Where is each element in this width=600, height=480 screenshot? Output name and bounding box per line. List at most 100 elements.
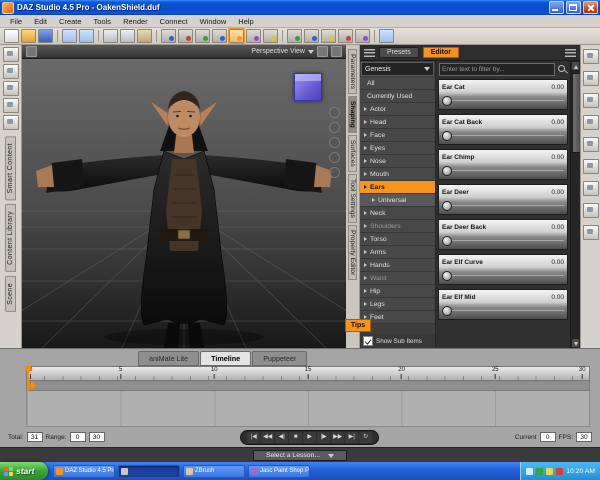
dolly-control-icon[interactable] <box>329 152 340 163</box>
help-icon[interactable] <box>379 29 394 43</box>
task-active-window[interactable] <box>118 464 180 478</box>
translate-tool-icon[interactable] <box>195 29 210 43</box>
cut-icon[interactable] <box>103 29 118 43</box>
tab-content-library[interactable]: Content Library <box>5 204 16 273</box>
right-dock-icon-3[interactable] <box>582 93 599 108</box>
close-button[interactable] <box>583 1 598 14</box>
start-button[interactable]: start <box>0 462 48 480</box>
category-shoulders[interactable]: Shoulders <box>360 220 435 233</box>
tab-animate-lite[interactable]: aniMate Lite <box>138 351 200 366</box>
left-dock-icon-2[interactable] <box>2 64 19 79</box>
tab-parameters[interactable]: Parameters <box>348 49 357 95</box>
slider-value[interactable]: 0.00 <box>551 259 564 266</box>
messenger-icon[interactable] <box>556 467 564 475</box>
orbit-control-icon[interactable] <box>329 107 340 118</box>
task-paint-shop-pro[interactable]: Jasc Paint Shop Pro -... <box>248 464 310 478</box>
slider-track[interactable] <box>439 164 567 177</box>
paste-icon[interactable] <box>137 29 152 43</box>
viewport-canvas[interactable] <box>22 59 346 348</box>
tab-surfaces[interactable]: Surfaces <box>348 134 357 172</box>
range-end-field[interactable]: 30 <box>88 432 105 442</box>
category-eyes[interactable]: Eyes <box>360 142 435 155</box>
tab-puppeteer[interactable]: Puppeteer <box>252 351 308 366</box>
tab-shaping[interactable]: Shaping <box>348 96 357 133</box>
search-icon[interactable] <box>557 64 567 74</box>
view-selector[interactable]: Perspective View <box>251 48 305 55</box>
view-cube[interactable] <box>294 73 322 101</box>
options-menu-icon[interactable] <box>565 48 576 57</box>
right-dock-icon-7[interactable] <box>582 181 599 196</box>
pane-menu-icon[interactable] <box>331 46 342 57</box>
loop-button[interactable]: ↻ <box>359 431 373 443</box>
current-frame-field[interactable]: 0 <box>539 432 556 442</box>
stop-button[interactable]: ■ <box>289 431 303 443</box>
rotate-control-icon[interactable] <box>329 122 340 133</box>
network-icon[interactable] <box>546 467 554 475</box>
node-selection-tool-icon[interactable] <box>161 29 176 43</box>
redo-icon[interactable] <box>79 29 94 43</box>
slider-value[interactable]: 0.00 <box>551 189 564 196</box>
volume-icon[interactable] <box>526 467 534 475</box>
pan-control-icon[interactable] <box>329 137 340 148</box>
category-universal[interactable]: Universal <box>360 194 435 207</box>
previous-keyframe-button[interactable]: ◀◀ <box>261 431 275 443</box>
tab-timeline[interactable]: Timeline <box>200 351 252 366</box>
playhead[interactable] <box>25 366 31 391</box>
go-to-start-button[interactable]: |◀ <box>247 431 261 443</box>
active-pose-tool-icon[interactable] <box>228 28 245 44</box>
tab-tool-settings[interactable]: Tool Settings <box>348 173 357 223</box>
category-waist[interactable]: Waist <box>360 272 435 285</box>
slider-knob[interactable] <box>442 96 452 106</box>
slider-value[interactable]: 0.00 <box>551 84 564 91</box>
light-icon[interactable] <box>321 29 336 43</box>
right-dock-icon-9[interactable] <box>582 225 599 240</box>
category-actor[interactable]: Actor <box>360 103 435 116</box>
menu-item-create[interactable]: Create <box>53 16 88 27</box>
figure-selector[interactable]: Genesis <box>361 62 434 76</box>
task-daz-studio[interactable]: DAZ Studio 4.5 Pro -... <box>53 464 115 478</box>
category-feet[interactable]: Feet <box>360 311 435 324</box>
right-dock-icon-1[interactable] <box>582 49 599 64</box>
left-dock-icon-1[interactable] <box>2 47 19 62</box>
right-dock-icon-8[interactable] <box>582 203 599 218</box>
rotate-tool-icon[interactable] <box>178 29 193 43</box>
surface-selection-tool-icon[interactable] <box>246 29 261 43</box>
right-dock-icon-5[interactable] <box>582 137 599 152</box>
pane-menu-icon[interactable] <box>364 48 375 57</box>
menu-item-tools[interactable]: Tools <box>88 16 118 27</box>
tab-smart-content[interactable]: Smart Content <box>5 136 16 201</box>
copy-icon[interactable] <box>120 29 135 43</box>
undo-icon[interactable] <box>62 29 77 43</box>
lesson-selector[interactable]: Select a Lesson... <box>252 450 348 461</box>
slider-knob[interactable] <box>442 271 452 281</box>
scroll-down-icon[interactable] <box>571 338 580 348</box>
menu-item-file[interactable]: File <box>4 16 28 27</box>
slider-value[interactable]: 0.00 <box>551 294 564 301</box>
tab-property-editor[interactable]: Property Editor <box>348 224 357 281</box>
slider-knob[interactable] <box>442 201 452 211</box>
menu-item-edit[interactable]: Edit <box>28 16 53 27</box>
slider-knob[interactable] <box>442 306 452 316</box>
scale-tool-icon[interactable] <box>212 29 227 43</box>
pane-grid-icon[interactable] <box>26 46 37 57</box>
category-hip[interactable]: Hip <box>360 285 435 298</box>
open-file-icon[interactable] <box>21 29 36 43</box>
right-dock-icon-6[interactable] <box>582 159 599 174</box>
scene-navigator-icon[interactable] <box>287 29 302 43</box>
play-button[interactable]: ▶ <box>303 431 317 443</box>
left-dock-icon-3[interactable] <box>2 81 19 96</box>
camera-icon[interactable] <box>304 29 319 43</box>
tab-scene[interactable]: Scene <box>5 276 16 313</box>
category-ears-selected[interactable]: Ears <box>360 181 435 194</box>
menu-item-render[interactable]: Render <box>117 16 154 27</box>
aux-viewport-icon[interactable] <box>355 29 370 43</box>
show-sub-items[interactable]: Show Sub Items <box>360 334 435 348</box>
antivirus-icon[interactable] <box>536 467 544 475</box>
frame-control-icon[interactable] <box>329 167 340 178</box>
scroll-up-icon[interactable] <box>571 61 580 71</box>
category-nose[interactable]: Nose <box>360 155 435 168</box>
category-arms[interactable]: Arms <box>360 246 435 259</box>
previous-frame-button[interactable]: ◀| <box>275 431 289 443</box>
morph-list-scrollbar[interactable] <box>570 61 581 348</box>
slider-track[interactable] <box>439 269 567 282</box>
